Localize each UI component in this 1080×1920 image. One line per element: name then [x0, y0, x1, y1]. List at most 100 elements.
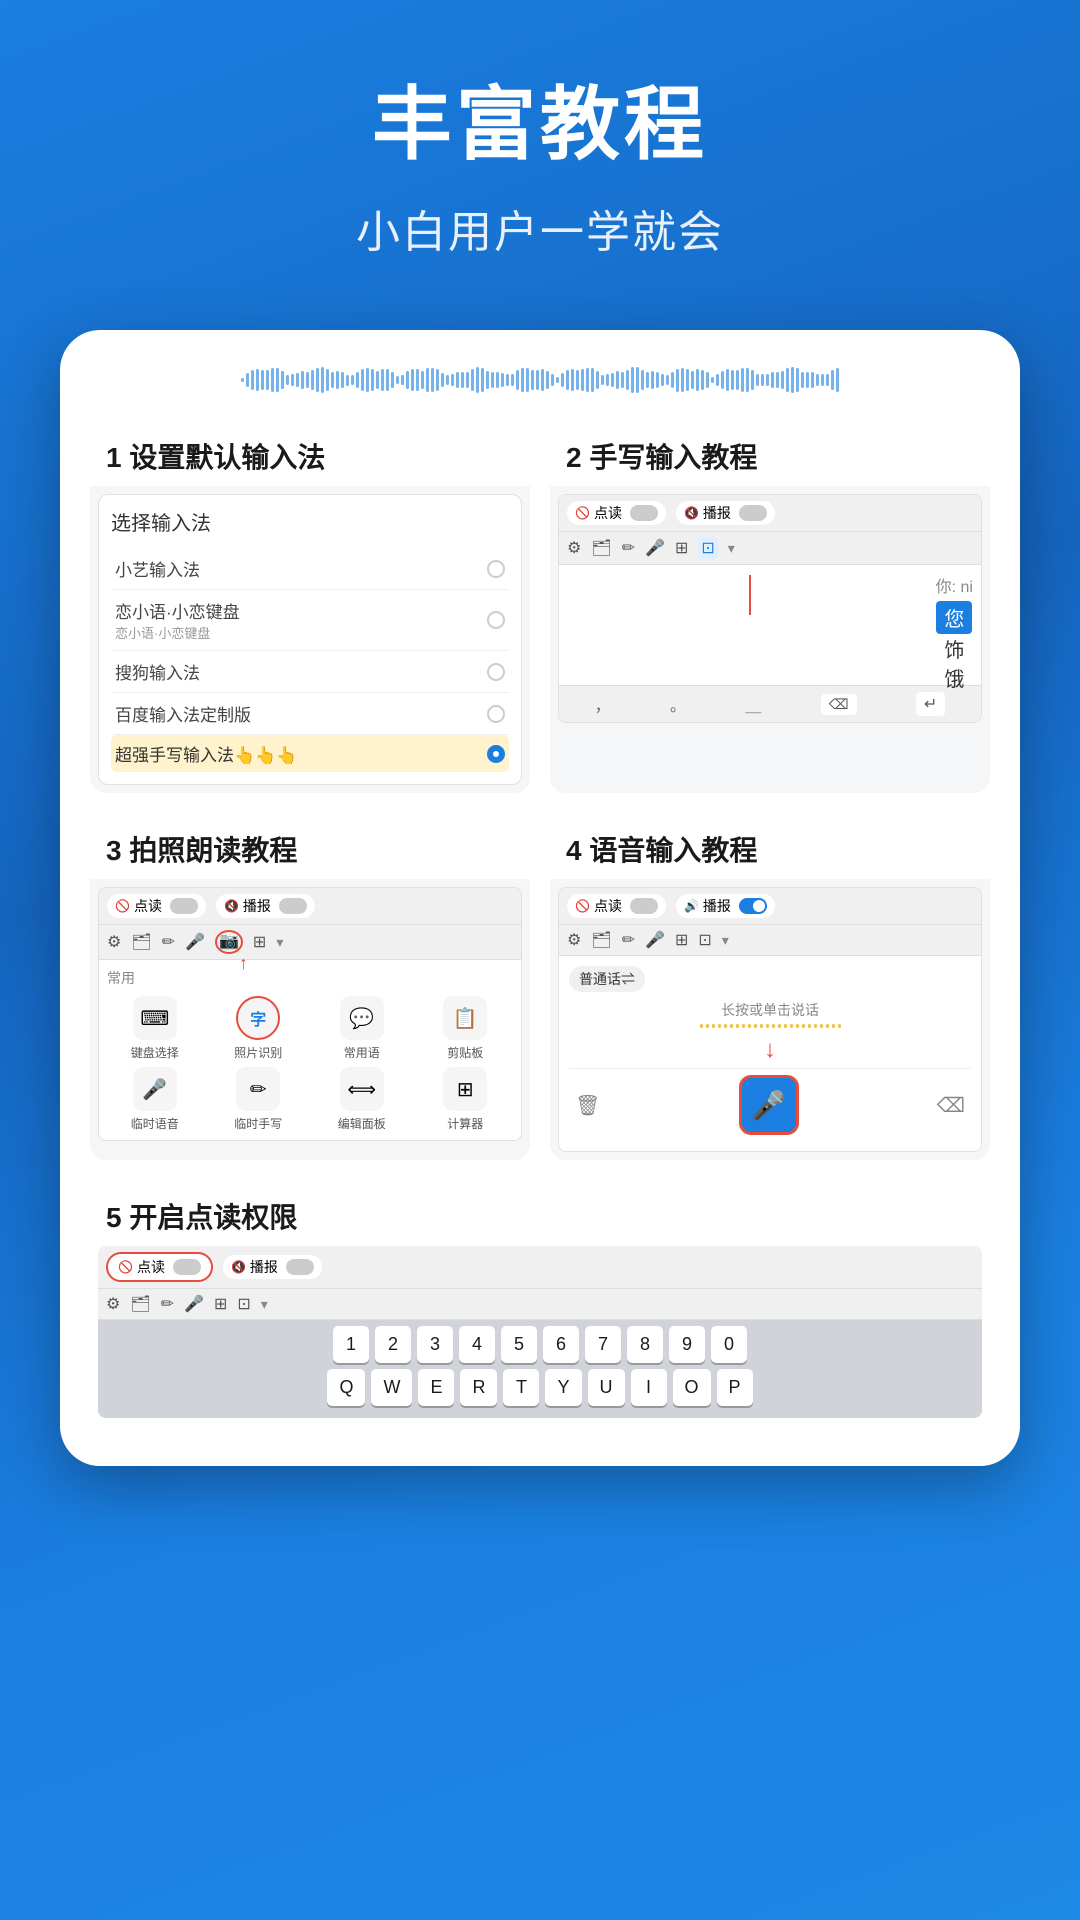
- func-phrases: 💬 常用语: [314, 996, 410, 1061]
- key-4: 4: [459, 1326, 495, 1363]
- func-handwrite: ✏ 临时手写: [211, 1067, 307, 1132]
- key-6: 6: [543, 1326, 579, 1363]
- key-r: R: [460, 1369, 497, 1406]
- tutorial-5: 5 开启点读权限 🚫 点读 🔇 播报 ⚙ 🗂 ✏ 🎤: [90, 1180, 990, 1426]
- kb5-icon-toolbar: ⚙ 🗂 ✏ 🎤 ⊞ ⊡ ▾: [98, 1289, 982, 1320]
- kb-preview-toolbar: 🚫 点读 🔇 播报: [98, 1246, 982, 1289]
- tutorial-1: 1 设置默认输入法 选择输入法 小艺输入法 恋小语·小恋键盘 恋小语·小恋键盘 …: [90, 420, 530, 793]
- keyboard-rows: 1 2 3 4 5 6 7 8 9 0 Q W E R T Y: [98, 1320, 982, 1418]
- voice-waveform: document.currentScript.insertAdjacentHTM…: [569, 1024, 971, 1028]
- photo-toolbar-top: 🚫 点读 🔇 播报: [99, 888, 521, 925]
- voice-area: 普通话⇌ 长按或单击说话 document.currentScript.inse…: [559, 956, 981, 1151]
- tutorial-4-label: 4 语音输入教程: [550, 813, 990, 879]
- header: 丰富教程 小白用户一学就会: [0, 0, 1080, 300]
- toggle-read: 🚫 点读: [567, 501, 666, 525]
- cursor-line: [749, 575, 751, 615]
- handwrite-toolbar: 🚫 点读 🔇 播报: [559, 495, 981, 532]
- toggle-read-3: 🚫 点读: [107, 894, 206, 918]
- photo-demo: 🚫 点读 🔇 播报 ⚙ 🗂 ✏ 🎤: [98, 887, 522, 1141]
- key-q: Q: [327, 1369, 365, 1406]
- key-e: E: [418, 1369, 454, 1406]
- page-subtitle: 小白用户一学就会: [40, 196, 1040, 260]
- func-calc: ⊞ 计算器: [418, 1067, 514, 1132]
- func-grid: ⌨ 键盘选择 字 照片识别 💬: [107, 996, 513, 1061]
- tutorials-grid: 1 设置默认输入法 选择输入法 小艺输入法 恋小语·小恋键盘 恋小语·小恋键盘 …: [90, 420, 990, 1160]
- delete-key: ⌫: [821, 694, 857, 715]
- toggle-read-5-highlighted: 🚫 点读: [106, 1252, 213, 1282]
- toggle-on-blue: [739, 898, 767, 914]
- toggle-read-4: 🚫 点读: [567, 894, 666, 918]
- func-keyboard: ⌨ 键盘选择: [107, 996, 203, 1061]
- key-o: O: [673, 1369, 711, 1406]
- toggle-broadcast-5: 🔇 播报: [223, 1255, 322, 1279]
- key-8: 8: [627, 1326, 663, 1363]
- page-title: 丰富教程: [40, 60, 1040, 176]
- key-3: 3: [417, 1326, 453, 1363]
- input-method-selector: 选择输入法 小艺输入法 恋小语·小恋键盘 恋小语·小恋键盘 搜狗输入法: [98, 494, 522, 785]
- keyboard-preview-5: 🚫 点读 🔇 播报 ⚙ 🗂 ✏ 🎤 ⊞ ⊡ ▾: [98, 1246, 982, 1418]
- voice-lang: 普通话⇌: [569, 966, 645, 992]
- input-item-5-highlight: 超强手写输入法👆👆👆: [111, 735, 509, 772]
- voice-toolbar-top: 🚫 点读 🔊 播报: [559, 888, 981, 925]
- key-5: 5: [501, 1326, 537, 1363]
- icon-toolbar: ⚙ 🗂 ✏ 🎤 ⊞ ⊡ ▾: [559, 532, 981, 565]
- key-y: Y: [545, 1369, 581, 1406]
- func-photo: 字 照片识别: [211, 996, 307, 1061]
- func-menu: 常用 ⌨ 键盘选择 字 照片识别: [99, 960, 521, 1140]
- func-clipboard: 📋 剪贴板: [418, 996, 514, 1061]
- key-7: 7: [585, 1326, 621, 1363]
- voice-demo: 🚫 点读 🔊 播报 ⚙ 🗂: [558, 887, 982, 1152]
- camera-highlight-icon: 📷: [215, 930, 243, 954]
- key-2: 2: [375, 1326, 411, 1363]
- radio-5-selected: [487, 745, 505, 763]
- radio-2: [487, 611, 505, 629]
- arrow-down-4: ↓: [569, 1036, 971, 1064]
- phone-container: // Generate wave bars inline document.cu…: [60, 330, 1020, 1466]
- radio-1: [487, 560, 505, 578]
- arrow-up-3: ↑: [239, 953, 248, 974]
- key-u: U: [588, 1369, 625, 1406]
- toggle-broadcast: 🔇 播报: [676, 501, 775, 525]
- func-grid-row2: 🎤 临时语音 ✏ 临时手写 ⟺: [107, 1067, 513, 1132]
- input-item-1: 小艺输入法: [111, 548, 509, 590]
- tutorial-3-label: 3 拍照朗读教程: [90, 813, 530, 879]
- voice-mic-button[interactable]: 🎤: [739, 1075, 799, 1135]
- tutorial-1-label: 1 设置默认输入法: [90, 420, 530, 486]
- key-t: T: [503, 1369, 539, 1406]
- tutorial-2-label: 2 手写输入教程: [550, 420, 990, 486]
- input-item-2: 恋小语·小恋键盘 恋小语·小恋键盘: [111, 590, 509, 651]
- enter-key: ↵: [916, 692, 945, 716]
- photo-icon-toolbar: ⚙ 🗂 ✏ 🎤 📷 ⊞ ▾ ↑: [99, 925, 521, 960]
- handwrite-area: 你: ni 您 饰 饿: [559, 565, 981, 685]
- voice-controls: 🗑 🎤 ⌫: [569, 1068, 971, 1141]
- input-method-title: 选择输入法: [111, 507, 509, 536]
- tutorial-5-label: 5 开启点读权限: [90, 1180, 990, 1246]
- radio-4: [487, 705, 505, 723]
- key-w: W: [371, 1369, 412, 1406]
- key-1: 1: [333, 1326, 369, 1363]
- voice-hint: 长按或单击说话: [569, 1000, 971, 1020]
- input-item-3: 搜狗输入法: [111, 651, 509, 693]
- func-voice: 🎤 临时语音: [107, 1067, 203, 1132]
- suggestion-box: 你: ni 您 饰 饿: [936, 573, 973, 692]
- handwrite-demo: 🚫 点读 🔇 播报 ⚙ 🗂 ✏ 🎤 ⊞: [558, 494, 982, 723]
- tutorial-4: 4 语音输入教程 🚫 点读 🔊 播报: [550, 813, 990, 1160]
- voice-icon-toolbar: ⚙ 🗂 ✏ 🎤 ⊞ ⊡ ▾: [559, 925, 981, 956]
- audio-wave: // Generate wave bars inline document.cu…: [90, 360, 990, 400]
- tutorial-2: 2 手写输入教程 🚫 点读 🔇 播报: [550, 420, 990, 793]
- input-item-4: 百度输入法定制版: [111, 693, 509, 735]
- key-0: 0: [711, 1326, 747, 1363]
- trash-icon: 🗑: [575, 1093, 600, 1118]
- toggle-broadcast-3: 🔇 播报: [216, 894, 315, 918]
- keyboard-bottom: ， 。 ＿ ⌫ ↵: [559, 685, 981, 722]
- kb-row-numbers: 1 2 3 4 5 6 7 8 9 0: [104, 1326, 976, 1363]
- radio-3: [487, 663, 505, 681]
- func-edit: ⟺ 编辑面板: [314, 1067, 410, 1132]
- tutorial-3: 3 拍照朗读教程 🚫 点读 🔇 播报: [90, 813, 530, 1160]
- key-9: 9: [669, 1326, 705, 1363]
- toggle-broadcast-4: 🔊 播报: [676, 894, 775, 918]
- key-i: I: [631, 1369, 667, 1406]
- backspace-icon: ⌫: [937, 1093, 965, 1118]
- kb-row-qwerty: Q W E R T Y U I O P: [104, 1369, 976, 1406]
- key-p: P: [717, 1369, 753, 1406]
